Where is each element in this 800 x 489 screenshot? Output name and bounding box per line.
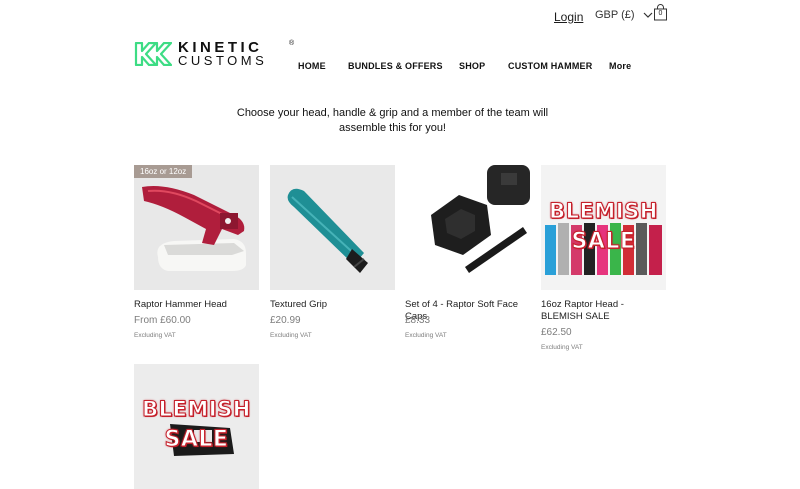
face-caps-image [405,165,530,290]
product-price: £20.99 [270,315,301,326]
currency-label: GBP (£) [595,9,635,21]
hammer-head-image [134,165,259,290]
blemish-overlay-line1: BLEMISH [549,199,658,224]
chevron-down-icon [643,12,652,18]
product-image[interactable]: 16oz or 12oz [134,165,259,290]
nav-more[interactable]: More [609,61,631,71]
nav-home[interactable]: HOME [298,61,326,71]
registered-mark: ® [289,40,295,47]
product-image[interactable] [405,165,530,290]
product-price: £8.33 [405,315,431,326]
nav-bundles-offers[interactable]: BUNDLES & OFFERS [348,61,443,71]
blemish-overlay-line1: BLEMISH [142,397,251,422]
intro-text: Choose your head, handle & grip and a me… [236,107,549,134]
nav-shop[interactable]: SHOP [459,61,485,71]
vat-note: Excluding VAT [270,332,312,339]
product-image[interactable]: BLEMISH SALE [134,364,259,489]
vat-note: Excluding VAT [134,332,176,339]
vat-note: Excluding VAT [405,332,447,339]
product-name[interactable]: Textured Grip [270,299,395,311]
cart-count: 0 [658,10,663,17]
blemish-overlay-line2: SALE [164,427,229,453]
kinetic-logo-mark [134,42,172,66]
product-price: From £60.00 [134,315,191,326]
grip-image [270,165,395,290]
product-image[interactable] [270,165,395,290]
cart-button[interactable]: 0 [653,4,668,21]
logo-text-customs: CUSTOMS [178,53,268,68]
site-logo[interactable]: KINETIC CUSTOMS ® [134,39,298,68]
login-link[interactable]: Login [554,10,583,24]
product-price: £62.50 [541,327,572,338]
product-name[interactable]: Raptor Hammer Head [134,299,259,311]
blemish-overlay-line2: SALE [571,229,636,255]
product-ribbon: 16oz or 12oz [134,165,193,178]
top-bar: Login GBP (£) 0 [0,0,800,30]
product-image[interactable]: BLEMISH SALE [541,165,666,290]
product-name[interactable]: 16oz Raptor Head - BLEMISH SALE [541,299,666,323]
vat-note: Excluding VAT [541,344,583,351]
blemish-heads-image [541,165,666,290]
nav-custom-hammer[interactable]: CUSTOM HAMMER [508,61,592,71]
currency-selector[interactable]: GBP (£) [595,9,653,21]
